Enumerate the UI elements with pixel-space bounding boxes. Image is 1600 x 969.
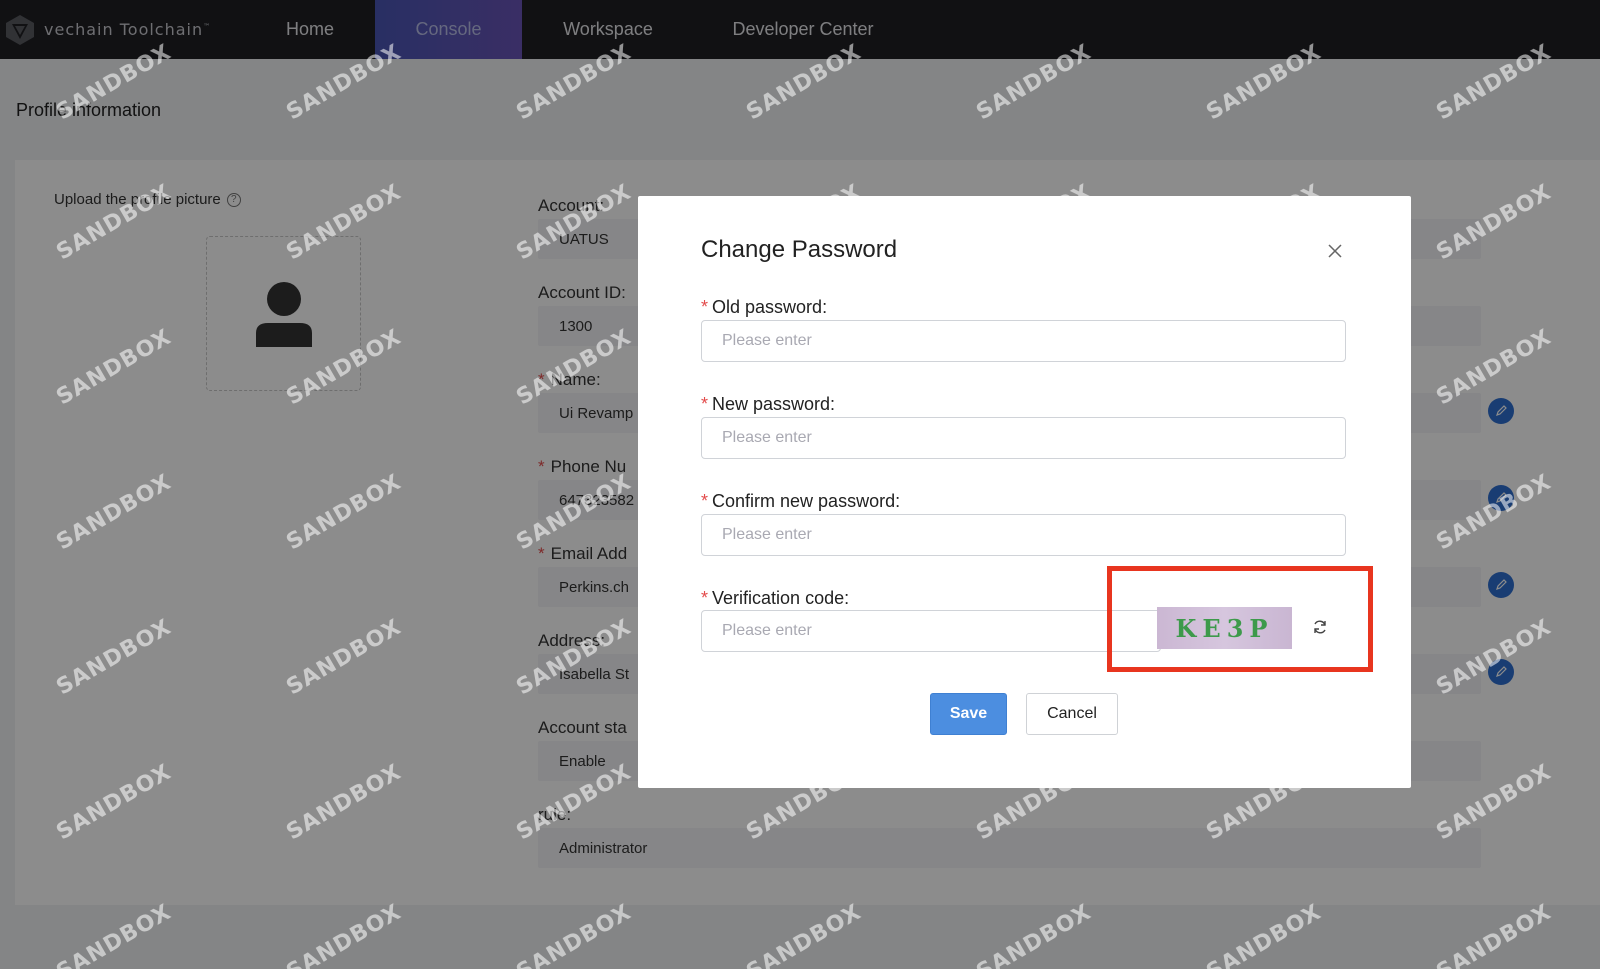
new-password-input[interactable] (701, 417, 1346, 459)
cancel-button[interactable]: Cancel (1026, 693, 1118, 735)
new-password-label: * New password: (701, 394, 836, 414)
change-password-dialog: Change Password * Old password: * New pass… (638, 196, 1411, 788)
verification-code-input[interactable] (701, 610, 1161, 652)
dialog-title: Change Password (701, 236, 898, 263)
save-button[interactable]: Save (930, 693, 1007, 735)
old-password-label: * Old password: (701, 297, 828, 317)
verification-code-label: * Verification code: (701, 588, 850, 608)
close-icon (1328, 244, 1342, 258)
confirm-password-input[interactable] (701, 514, 1346, 556)
close-button[interactable] (1324, 240, 1346, 262)
captcha-highlight-box (1107, 566, 1373, 672)
old-password-input[interactable] (701, 320, 1346, 362)
confirm-password-label: * Confirm new password: (701, 491, 901, 511)
